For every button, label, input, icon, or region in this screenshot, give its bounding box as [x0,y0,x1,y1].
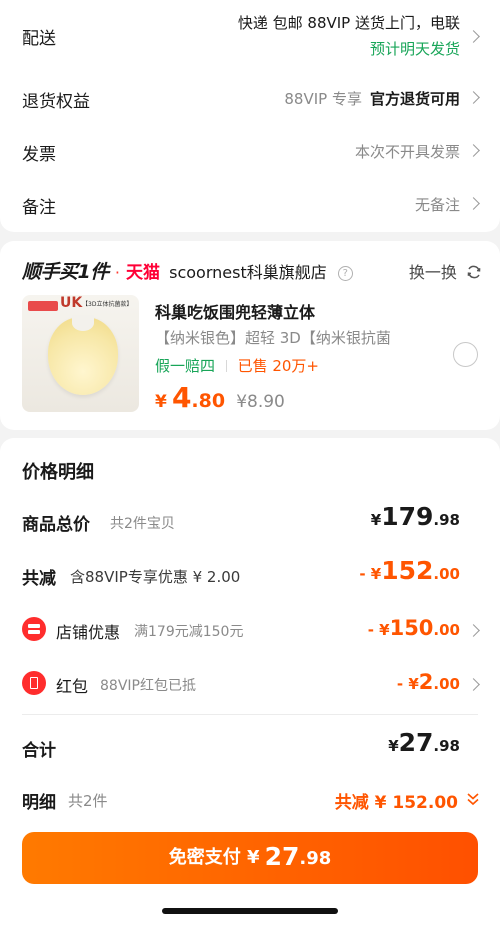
invoice-label: 发票 [22,145,56,165]
note-label: 备注 [22,198,56,218]
bib-neck-icon [72,315,94,331]
store-coupon-row[interactable]: 店铺优惠 满179元减150元 - ¥150.00 [0,610,500,650]
detail-row[interactable]: 明细 共2件 共减 ¥ 152.00 [0,782,500,818]
detail-value: 共减 ¥ 152.00 [334,793,458,813]
price-detail-title: 价格明细 [22,462,94,483]
refresh-icon [467,265,481,279]
store-coupon-label: 店铺优惠 [56,623,121,642]
subtotal-row: 合计 ¥27.98 [0,728,500,768]
subtotal-amount: ¥27.98 [388,728,460,757]
red-packet-icon [22,671,46,695]
discount-label: 共减 [22,569,56,589]
total-label: 商品总价 [22,515,90,535]
total-amount: ¥179.98 [370,502,460,531]
discount-row: 共减 含88VIP专享优惠 ¥ 2.00 - ¥152.00 [0,556,500,596]
pay-int: 27 [264,842,300,871]
detail-label: 明细 [22,793,56,813]
chevron-right-icon [467,91,480,104]
chevron-right-icon [467,30,480,43]
red-packet-label: 红包 [56,677,89,696]
store-coupon-amount: - ¥150.00 [367,616,460,640]
invoice-value: 本次不开具发票 [354,143,460,161]
store-name: scoornest科巢旗舰店 [169,263,327,282]
recommend-card: 顺手买1件 · 天猫 scoornest科巢旗舰店 ? 换一换 UK 【3D立体… [0,241,500,430]
delivery-row[interactable]: 配送 快递 包邮 88VIP 送货上门，电联 预计明天发货 [0,4,500,68]
returns-official: 官方退货可用 [369,90,460,108]
invoice-row[interactable]: 发票 本次不开具发票 [0,124,500,178]
discount-sub: 含88VIP专享优惠 ¥ 2.00 [70,568,241,586]
promise-tag: 假一赔四 [155,357,216,375]
chevron-right-icon [467,197,480,210]
chevron-right-icon [467,624,480,637]
refresh-button[interactable]: 换一换 [409,259,482,283]
store-coupon-sub: 满179元减150元 [134,624,244,640]
returns-row[interactable]: 退货权益 88VIP 专享 官方退货可用 [0,71,500,125]
product-image[interactable]: UK 【3D立体抗菌款】 [22,295,139,412]
total-row: 商品总价 共2件宝贝 ¥179.98 [0,502,500,542]
product-price: ¥ 4.80 ¥8.90 [155,381,285,414]
pay-dec: .98 [299,848,332,869]
red-packet-row[interactable]: 红包 88VIP红包已抵 - ¥2.00 [0,664,500,704]
sales-tag: 已售 20万+ [237,357,320,375]
delivery-value: 快递 包邮 88VIP 送货上门，电联 [237,14,460,32]
price-dec: .80 [191,390,226,412]
pay-label: 免密支付 ¥ [168,847,260,868]
note-value: 无备注 [414,196,460,214]
red-packet-sub: 88VIP红包已抵 [100,678,196,694]
detail-sub: 共2件 [68,792,108,810]
returns-value: 88VIP 专享 官方退货可用 [284,88,460,109]
subtotal-label: 合计 [22,741,56,761]
product-tags: 假一赔四 已售 20万+ [155,355,319,376]
home-indicator [162,908,338,914]
double-chevron-down-icon [467,793,479,806]
pay-button[interactable]: 免密支付 ¥ 27.98 [22,832,478,884]
order-info-card: 配送 快递 包邮 88VIP 送货上门，电联 预计明天发货 退货权益 88VIP… [0,0,500,232]
returns-vip: 88VIP 专享 [284,90,362,108]
discount-amount: - ¥152.00 [359,556,460,585]
dot-separator: · [114,263,120,282]
tag-divider [225,360,227,372]
brand-title: 顺手买1件 [22,261,109,283]
refresh-label: 换一换 [408,263,457,282]
returns-label: 退货权益 [22,92,90,112]
price-symbol: ¥ [155,392,167,412]
select-radio[interactable] [453,342,478,367]
brand-logo-icon [28,301,58,311]
image-tag: 【3D立体抗菌款】 [82,301,133,308]
original-price: ¥8.90 [236,392,285,412]
recommend-header: 顺手买1件 · 天猫 scoornest科巢旗舰店 ? [22,257,353,283]
chevron-right-icon [467,144,480,157]
total-sub: 共2件宝贝 [110,516,175,532]
product-name[interactable]: 科巢吃饭围兜轻薄立体 [155,299,315,323]
store-coupon-icon [22,617,46,641]
product-spec: 【纳米银色】超轻 3D【纳米银抗菌 [155,329,391,347]
red-packet-amount: - ¥2.00 [396,670,460,694]
tmall-logo: 天猫 [126,263,161,283]
note-row[interactable]: 备注 无备注 [0,177,500,231]
delivery-label: 配送 [22,29,56,49]
price-int: 4 [171,381,192,414]
price-detail-card: 价格明细 商品总价 共2件宝贝 ¥179.98 共减 含88VIP专享优惠 ¥ … [0,438,500,928]
image-badge: UK [60,295,83,311]
help-icon[interactable]: ? [337,266,353,281]
divider [22,714,478,715]
delivery-eta: 预计明天发货 [369,40,460,58]
chevron-right-icon [467,678,480,691]
